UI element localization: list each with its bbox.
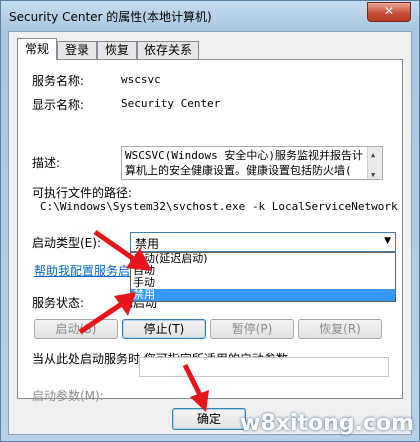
chevron-down-icon[interactable]: ▼ [384,236,391,246]
startup-type-select[interactable]: 禁用 ▼ [130,232,396,252]
tab-logon[interactable]: 登录 [57,41,97,59]
start-params-label: 启动参数(M): [32,389,104,403]
description-line-2: 算机上的安全健康设置。健康设置包括防火墙( [125,164,352,177]
dialog-client-area: 常规 登录 恢复 依存关系 服务名称: wscsvc 显示名称: Securit… [8,31,412,435]
service-name-value: wscsvc [121,73,161,86]
description-box[interactable]: WSCSVC(Windows 安全中心)服务监视并报告计 算机上的安全健康设置。… [121,146,383,180]
startup-type-value: 禁用 [135,237,160,251]
startup-type-label: 启动类型(E): [32,236,101,250]
scroll-down-icon[interactable]: ▼ [371,168,375,179]
pause-button[interactable]: 暂停(P) [210,319,294,339]
tab-recovery[interactable]: 恢复 [97,41,137,59]
watermark: w8xitong.com [240,411,414,436]
start-button[interactable]: 启动(S) [34,319,118,339]
stop-button[interactable]: 停止(T) [122,319,206,339]
startup-type-dropdown: 自动(延迟启动) 自动 手动 禁用 [130,252,396,302]
scroll-up-icon[interactable]: ▲ [371,148,375,163]
tab-general[interactable]: 常规 [17,38,57,60]
window-title: Security Center 的属性(本地计算机) [9,10,212,24]
startup-option-auto[interactable]: 自动 [131,265,395,277]
service-status-label: 服务状态: [32,296,85,310]
general-tab-panel: 服务名称: wscsvc 显示名称: Security Center 描述: W… [17,59,403,403]
ok-button[interactable]: 确定 [172,408,246,430]
display-name-label: 显示名称: [32,98,85,112]
executable-path-value: C:\Windows\System32\svchost.exe -k Local… [40,200,398,213]
properties-window: Security Center 的属性(本地计算机) ✕ 常规 登录 恢复 依存… [0,0,420,442]
resume-button[interactable]: 恢复(R) [298,319,382,339]
description-line-1: WSCSVC(Windows 安全中心)服务监视并报告计 [125,149,363,162]
startup-option-manual[interactable]: 手动 [131,277,395,289]
executable-path-label: 可执行文件的路径: [32,186,133,200]
help-configure-link[interactable]: 帮助我配置服务启 [34,262,130,279]
description-scrollbar[interactable]: ▲ ▼ [367,147,382,179]
startup-option-auto-delayed[interactable]: 自动(延迟启动) [131,253,395,265]
startup-option-disabled[interactable]: 禁用 [131,289,395,301]
description-label: 描述: [32,156,61,170]
tab-dependencies[interactable]: 依存关系 [137,41,199,59]
close-button[interactable]: ✕ [367,2,411,22]
start-params-input[interactable] [139,357,389,377]
service-name-label: 服务名称: [32,74,85,88]
display-name-value: Security Center [121,97,221,110]
title-bar[interactable]: Security Center 的属性(本地计算机) ✕ [1,1,419,31]
